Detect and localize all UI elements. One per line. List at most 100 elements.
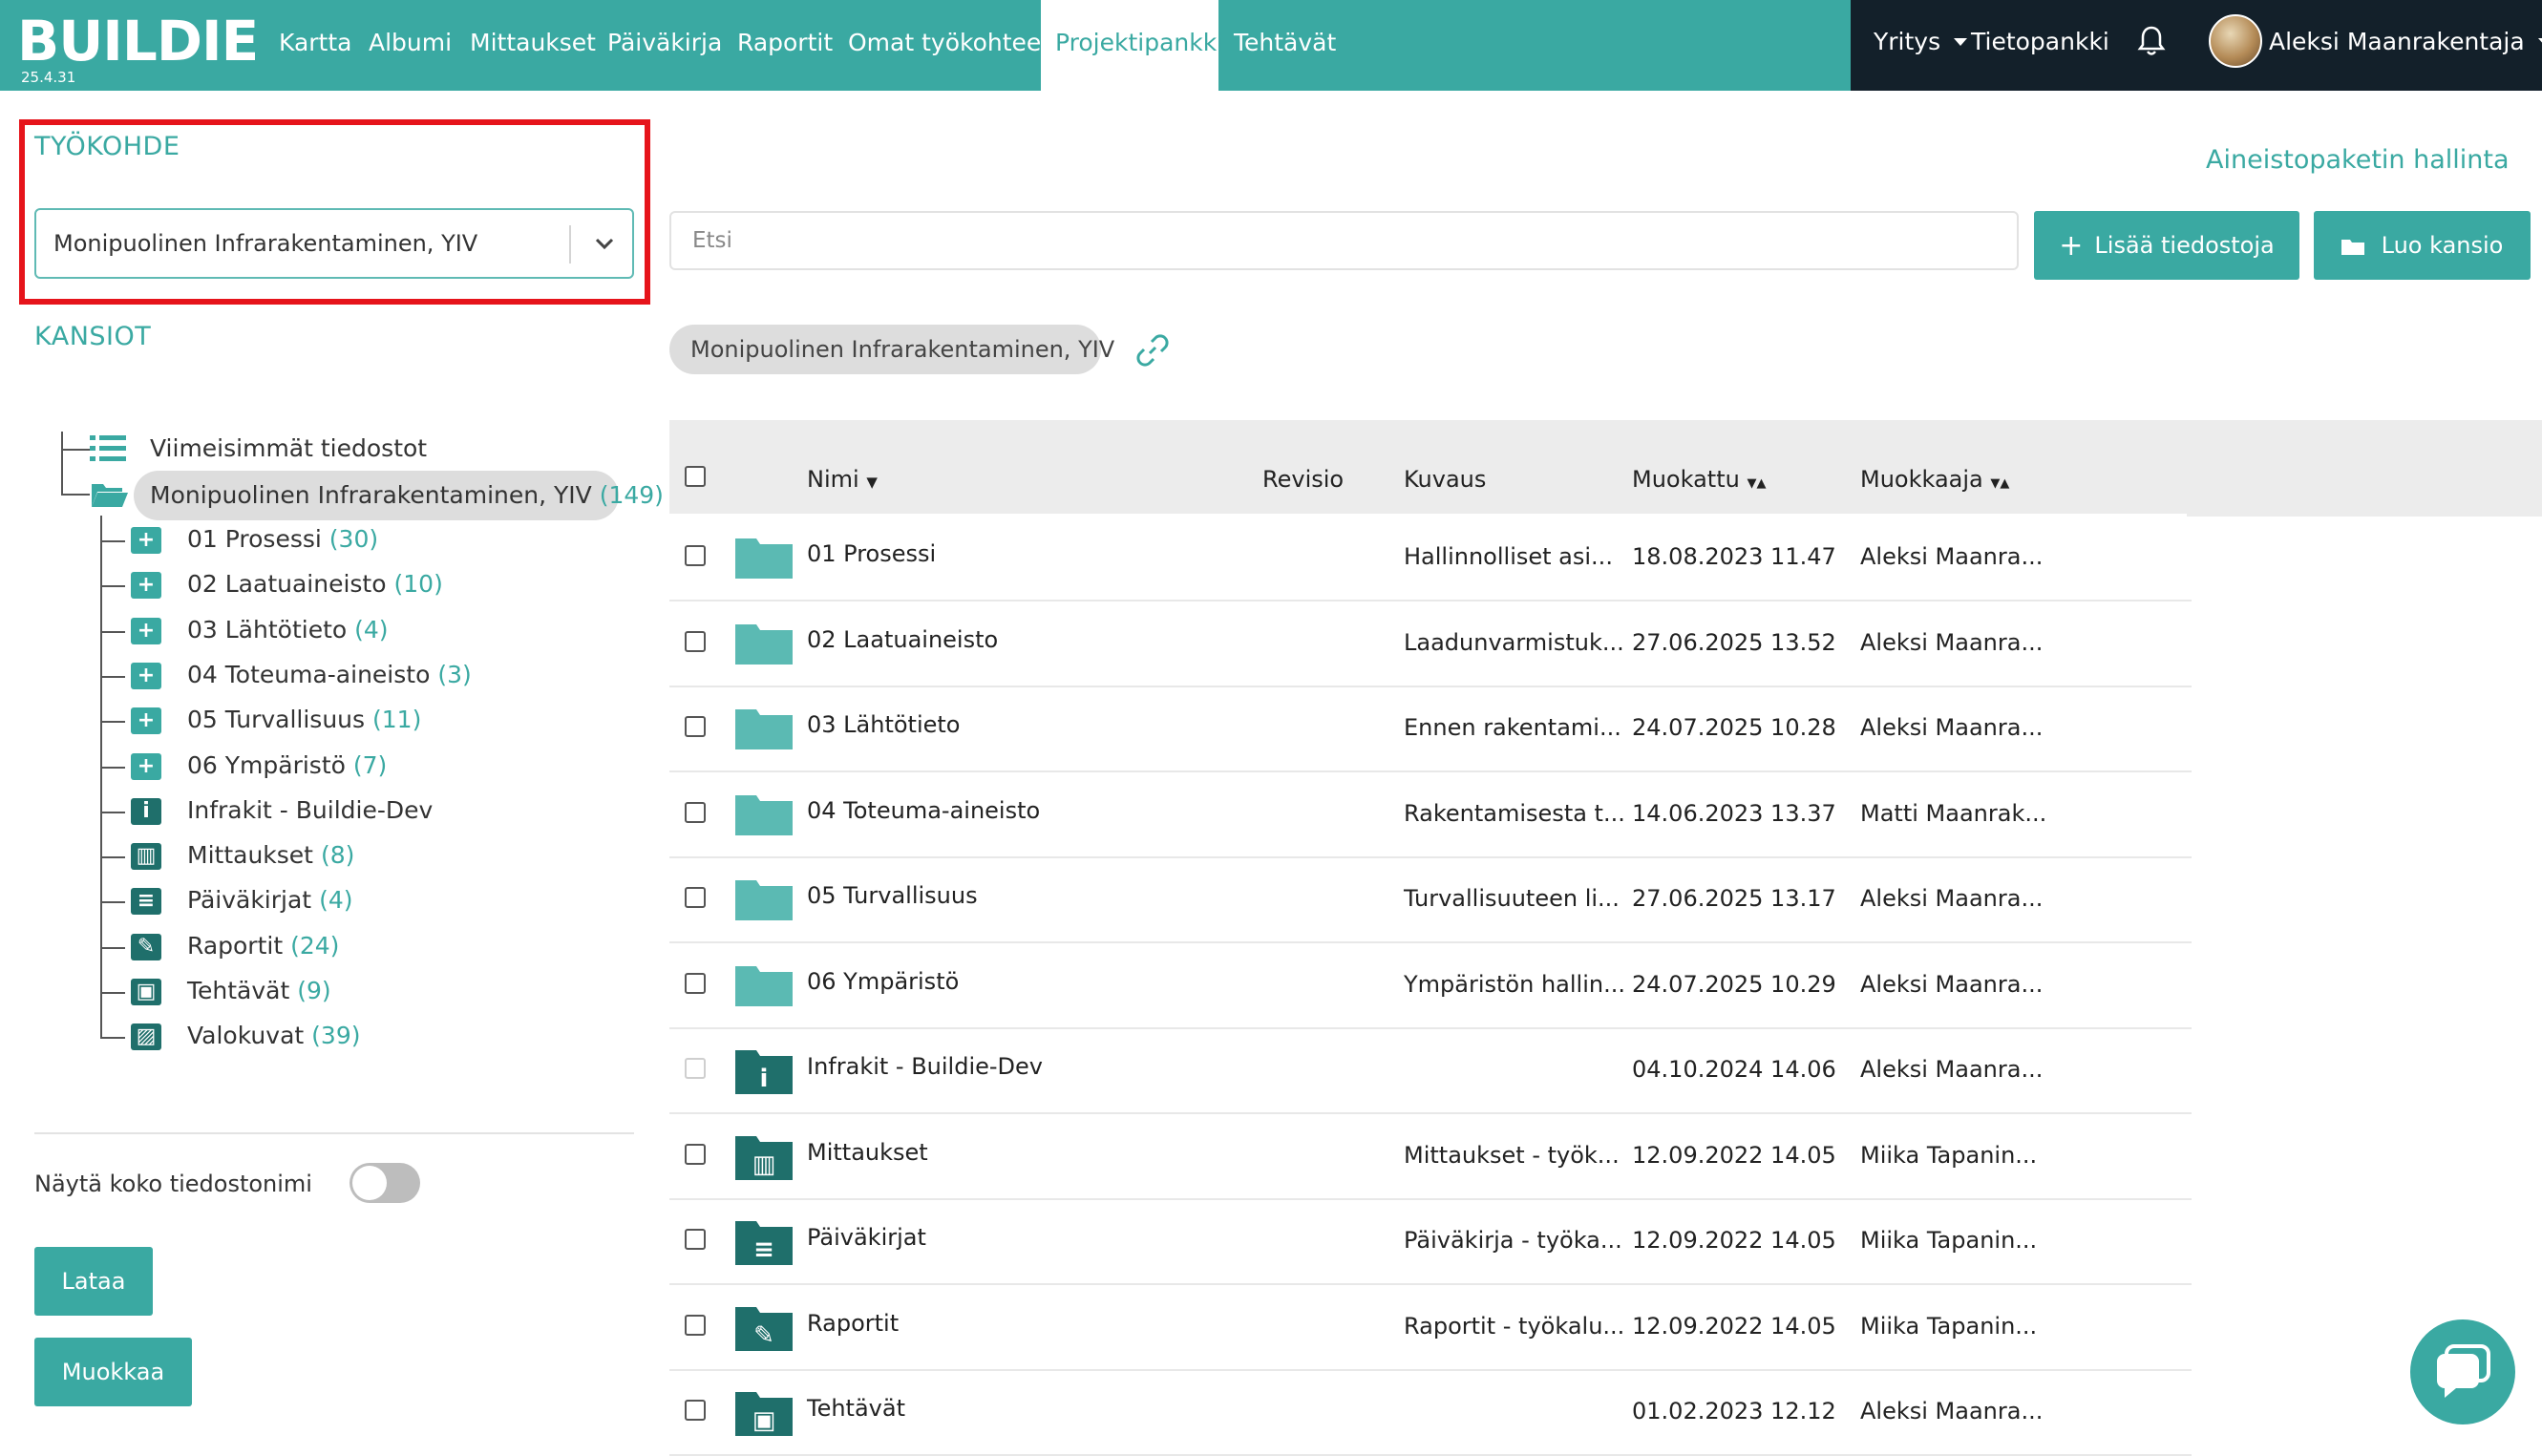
new-folder-button[interactable]: Luo kansio [2314,211,2531,280]
row-checkbox[interactable] [685,1058,706,1079]
download-button[interactable]: Lataa [34,1247,153,1316]
column-editor[interactable]: Muokkaaja ▼▲ [1860,466,2009,493]
chat-button[interactable] [2410,1319,2515,1424]
chevron-down-icon[interactable] [592,231,617,256]
row-checkbox[interactable] [685,1229,706,1250]
row-checkbox[interactable] [685,802,706,823]
column-description[interactable]: Kuvaus [1404,466,1486,493]
nav-paivakirja[interactable]: Päiväkirja [607,0,722,91]
add-files-button[interactable]: + Lisää tiedostoja [2034,211,2299,280]
chart-folder-icon: ▥ [735,1136,793,1180]
nav-omat-tyokohteet[interactable]: Omat työkohteet [848,0,1050,91]
tree-item-recent[interactable]: Viimeisimmät tiedostot [150,434,427,462]
tree-line [100,901,125,903]
tree-item-2[interactable]: 02 Laatuaineisto (10) [187,570,443,598]
row-editor: Miika Tapanin... [1860,1142,2038,1169]
search-placeholder: Etsi [692,228,732,253]
folder-icon [735,880,793,920]
search-input[interactable]: Etsi [669,211,2019,270]
tree-line [61,432,63,495]
column-revision[interactable]: Revisio [1262,466,1344,493]
tree-item-7[interactable]: Infrakit - Buildie-Dev [187,796,433,824]
tree-item-count: (7) [352,751,388,779]
photo-icon: ▨ [131,1023,161,1050]
notifications-bell[interactable] [2137,25,2166,63]
link-icon[interactable] [1134,332,1171,369]
row-checkbox[interactable] [685,973,706,994]
row-modified: 12.09.2022 14.05 [1632,1313,1836,1340]
tree-item-8[interactable]: Mittaukset (8) [187,841,354,869]
row-description: Mittaukset - työk... [1404,1142,1620,1169]
plus-folder-icon: + [131,753,161,780]
row-checkbox[interactable] [685,1144,706,1165]
row-name[interactable]: 02 Laatuaineisto [807,626,998,653]
tree-item-12[interactable]: Valokuvat (39) [187,1022,360,1049]
tree-item-4[interactable]: 04 Toteuma-aineisto (3) [187,661,472,688]
row-name[interactable]: 03 Lähtötieto [807,711,961,738]
row-name[interactable]: Raportit [807,1310,899,1337]
svg-text:✎: ✎ [753,1321,774,1350]
row-description: Päiväkirja - työka... [1404,1227,1622,1254]
row-description: Hallinnolliset asi... [1404,543,1613,570]
tree-item-root[interactable]: Monipuolinen Infrarakentaminen, YIV (149… [150,481,664,509]
row-description: Ympäristön hallin... [1404,971,1625,998]
nav-albumi[interactable]: Albumi [369,0,452,91]
tree-line [61,449,90,451]
column-modified[interactable]: Muokattu ▼▲ [1632,466,1766,493]
material-package-management-link[interactable]: Aineistopaketin hallinta [2206,145,2510,175]
worksite-select[interactable]: Monipuolinen Infrarakentaminen, YIV [34,208,634,279]
row-checkbox[interactable] [685,545,706,566]
report-icon: ✎ [131,934,161,960]
show-full-filename-toggle[interactable] [350,1163,420,1203]
tree-line [100,516,102,1037]
nav-raportit[interactable]: Raportit [737,0,833,91]
tree-item-count: (4) [354,616,389,644]
company-menu[interactable]: Yritys [1874,0,1968,91]
user-menu[interactable]: Aleksi Maanrakentaja [2269,0,2542,91]
tree-item-name: Valokuvat [187,1022,305,1049]
row-divider [669,1027,2192,1029]
tree-line [100,585,125,587]
tree-item-9[interactable]: Päiväkirjat (4) [187,886,352,914]
select-all-checkbox[interactable] [685,466,706,487]
row-name[interactable]: 01 Prosessi [807,540,936,567]
row-checkbox[interactable] [685,1315,706,1336]
row-name[interactable]: 06 Ympäristö [807,968,959,995]
tree-item-count: (39) [311,1022,361,1049]
tree-item-11[interactable]: Tehtävät (9) [187,977,331,1004]
row-modified: 01.02.2023 12.12 [1632,1398,1836,1424]
sort-icon: ▼▲ [1990,476,2010,491]
tree-line [100,947,125,949]
tree-item-6[interactable]: 06 Ympäristö (7) [187,751,387,779]
row-modified: 12.09.2022 14.05 [1632,1227,1836,1254]
column-name[interactable]: Nimi ▼ [807,466,878,493]
breadcrumb[interactable]: Monipuolinen Infrarakentaminen, YIV [669,325,1114,374]
buildie-logo[interactable]: BUILDIE [17,8,259,74]
row-name[interactable]: 04 Toteuma-aineisto [807,797,1040,824]
tree-line [100,767,125,769]
nav-tehtavat[interactable]: Tehtävät [1234,0,1336,91]
user-avatar[interactable] [2209,14,2262,68]
row-name[interactable]: Infrakit - Buildie-Dev [807,1053,1043,1080]
plus-folder-icon: + [131,618,161,644]
row-checkbox[interactable] [685,887,706,908]
row-checkbox[interactable] [685,1400,706,1421]
row-name[interactable]: Mittaukset [807,1139,928,1166]
row-name[interactable]: 05 Turvallisuus [807,882,978,909]
svg-text:i: i [760,1065,769,1093]
nav-projektipankki[interactable]: Projektipankki [1041,0,1223,91]
tree-item-count: (11) [372,706,422,733]
nav-kartta[interactable]: Kartta [279,0,351,91]
tree-item-5[interactable]: 05 Turvallisuus (11) [187,706,421,733]
tree-item-3[interactable]: 03 Lähtötieto (4) [187,616,389,644]
tree-item-10[interactable]: Raportit (24) [187,932,339,960]
tree-item-1[interactable]: 01 Prosessi (30) [187,525,378,553]
row-checkbox[interactable] [685,631,706,652]
row-checkbox[interactable] [685,716,706,737]
nav-mittaukset[interactable]: Mittaukset [470,0,596,91]
row-name[interactable]: Tehtävät [807,1395,905,1422]
left-panel-divider [34,1132,634,1134]
knowledge-base-link[interactable]: Tietopankki [1971,0,2109,91]
row-name[interactable]: Päiväkirjat [807,1224,926,1251]
edit-button[interactable]: Muokkaa [34,1338,192,1406]
